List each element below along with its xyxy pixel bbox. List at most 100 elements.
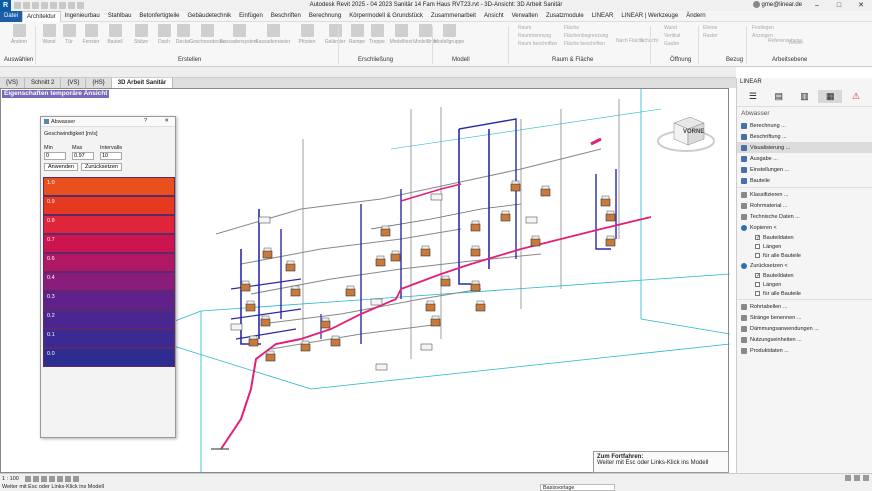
reset-check-1[interactable]: Längen: [737, 280, 872, 289]
fixture-24[interactable]: [530, 235, 541, 247]
fixture-17[interactable]: [510, 180, 521, 192]
fixture-7[interactable]: [265, 350, 276, 362]
ribbon-small-button-16[interactable]: Viewer: [788, 40, 803, 46]
sanitary-fixture[interactable]: [430, 193, 443, 201]
ribbon-button-11[interactable]: Pfosten: [296, 24, 318, 45]
fixture-23[interactable]: [605, 235, 616, 247]
interval-input[interactable]: [100, 152, 122, 160]
text-icon[interactable]: [68, 2, 75, 9]
min-input[interactable]: [44, 152, 66, 160]
fixture-25[interactable]: [540, 185, 551, 197]
panel-extra-2[interactable]: Dämmungsanwendungen ...: [737, 323, 872, 334]
panel-tool-2[interactable]: Technische Daten ...: [737, 211, 872, 222]
pin-icon[interactable]: [863, 475, 869, 481]
copy-section[interactable]: Kopieren <: [737, 222, 872, 233]
calculator-icon[interactable]: ▦: [818, 90, 843, 103]
sanitary-fixture[interactable]: [258, 216, 271, 224]
ribbon-tab-4[interactable]: Betonfertigteile: [135, 11, 183, 22]
fixture-13[interactable]: [430, 315, 441, 327]
panel-item-1[interactable]: Beschriftung ...: [737, 131, 872, 142]
reset-check-2[interactable]: für alle Bauteile: [737, 289, 872, 298]
hide-icon[interactable]: [64, 475, 71, 482]
fixture-10[interactable]: [390, 250, 401, 262]
dialog-header[interactable]: Abwasser ? ✕: [41, 117, 175, 127]
crop-icon[interactable]: [56, 475, 63, 482]
ribbon-tab-15[interactable]: LINEAR | Werkzeuge: [617, 11, 682, 22]
fixture-16[interactable]: [500, 210, 511, 222]
doc-tab-3[interactable]: {HS}: [86, 78, 112, 88]
ribbon-tab-16[interactable]: Ändern: [682, 11, 709, 22]
panel-item-4[interactable]: Einstellungen ...: [737, 164, 872, 175]
ribbon-small-button-12[interactable]: Raster: [703, 33, 718, 39]
measure-icon[interactable]: [59, 2, 66, 9]
panel-item-3[interactable]: Ausgabe ...: [737, 153, 872, 164]
ribbon-small-button-3[interactable]: Fläche: [564, 25, 579, 31]
panel-extra-4[interactable]: Produktdaten ...: [737, 345, 872, 356]
ribbon-button-17[interactable]: Modellgruppe: [434, 24, 464, 45]
ribbon-button-12[interactable]: Geländer: [324, 24, 346, 45]
reset-button[interactable]: Zurücksetzen: [81, 163, 123, 171]
fixture-26[interactable]: [420, 245, 431, 257]
warning-icon[interactable]: ⚠: [844, 90, 868, 103]
ribbon-small-button-4[interactable]: Flächenbegrenzung: [564, 33, 608, 39]
ribbon-panel-label-5[interactable]: Öffnung: [670, 57, 691, 63]
ribbon-button-13[interactable]: Rampe: [346, 24, 368, 45]
ribbon-small-button-13[interactable]: Festlegen: [752, 25, 774, 31]
fixture-29[interactable]: [330, 335, 341, 347]
fixture-8[interactable]: [320, 317, 331, 329]
viewcube-face-label[interactable]: VORNE: [683, 129, 704, 135]
fixture-20[interactable]: [475, 300, 486, 312]
fixture-0[interactable]: [262, 247, 273, 259]
fixture-22[interactable]: [605, 210, 616, 222]
doc-tab-1[interactable]: Schnitt 2: [25, 78, 62, 88]
ribbon-small-button-11[interactable]: Ebene: [703, 25, 717, 31]
checkbox[interactable]: [755, 244, 760, 249]
ribbon-small-button-1[interactable]: Raumtrennung: [518, 33, 551, 39]
ribbon-small-button-5[interactable]: Fläche beschriften: [564, 41, 605, 47]
ribbon-small-button-8[interactable]: Wand: [664, 25, 677, 31]
fixture-6[interactable]: [248, 335, 259, 347]
workset-dropdown[interactable]: Basisvorlage: [540, 484, 615, 491]
ribbon-tab-6[interactable]: Einfügen: [235, 11, 267, 22]
dialog-close-button[interactable]: ✕: [164, 118, 169, 124]
ribbon-panel-label-6[interactable]: Bezug: [726, 57, 743, 63]
ribbon-tab-3[interactable]: Stahlbau: [104, 11, 136, 22]
temp-view-icon[interactable]: [72, 475, 79, 482]
ribbon-small-button-0[interactable]: Raum: [518, 25, 531, 31]
redo-icon[interactable]: [41, 2, 48, 9]
ribbon-tab-0[interactable]: Datei: [0, 10, 23, 22]
ribbon-small-button-2[interactable]: Raum beschriften: [518, 41, 557, 47]
fixture-11[interactable]: [380, 225, 391, 237]
ribbon-button-0[interactable]: Ändern: [8, 24, 30, 45]
fixture-2[interactable]: [290, 285, 301, 297]
reset-check-0[interactable]: ✓ Bauteildaten: [737, 271, 872, 280]
panel-extra-1[interactable]: Stränge benennen ...: [737, 312, 872, 323]
fixture-5[interactable]: [260, 315, 271, 327]
ribbon-tab-14[interactable]: LINEAR: [588, 11, 618, 22]
help-button[interactable]: ?: [144, 118, 147, 124]
ribbon-tab-2[interactable]: Ingenieurbau: [61, 11, 104, 22]
shadows-icon[interactable]: [48, 475, 55, 482]
maximize-button[interactable]: □: [828, 0, 850, 11]
copy-check-0[interactable]: ✓ Bauteildaten: [737, 233, 872, 242]
fixture-18[interactable]: [470, 245, 481, 257]
sanitary-fixture[interactable]: [420, 343, 433, 351]
max-input[interactable]: [72, 152, 94, 160]
panel-item-5[interactable]: Bauteile: [737, 175, 872, 186]
ribbon-small-button-10[interactable]: Gaube: [664, 41, 679, 47]
ribbon-tab-13[interactable]: Zusatzmodule: [542, 11, 588, 22]
apply-button[interactable]: Anwenden: [44, 163, 78, 171]
panel-item-0[interactable]: Berechnung ...: [737, 120, 872, 131]
ribbon-panel-label-4[interactable]: Raum & Fläche: [552, 57, 593, 63]
scale-label[interactable]: 1 : 100: [2, 476, 19, 482]
menu-icon[interactable]: ☰: [741, 90, 765, 103]
filter-icon[interactable]: [845, 475, 851, 481]
ribbon-button-14[interactable]: Treppe: [366, 24, 388, 45]
list-icon[interactable]: ▤: [767, 90, 791, 103]
ribbon-panel-label-0[interactable]: Auswählen: [4, 57, 33, 63]
ribbon-button-5[interactable]: Stütze: [130, 24, 152, 45]
fixture-21[interactable]: [600, 195, 611, 207]
ribbon-button-1[interactable]: Wand: [38, 24, 60, 45]
columns-icon[interactable]: ▥: [793, 90, 817, 103]
ribbon-tab-5[interactable]: Gebäudetechnik: [183, 11, 235, 22]
